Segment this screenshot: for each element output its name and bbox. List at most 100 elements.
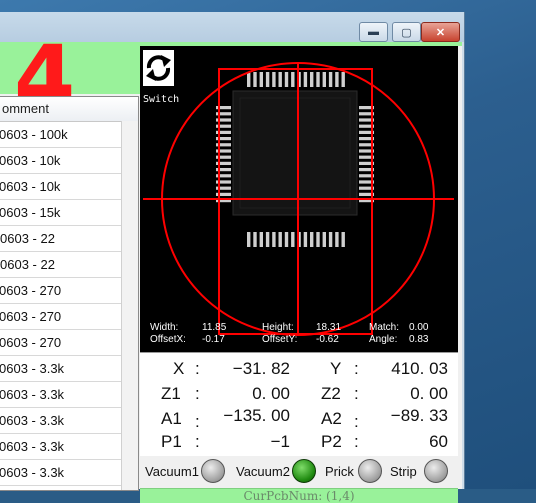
chip-pin (328, 72, 333, 87)
z1-colon: : (195, 384, 200, 403)
offsetx-value: -0.17 (202, 334, 225, 345)
a2-value: −89. 33 (390, 406, 448, 425)
table-row[interactable]: 0603 - 100k (0, 122, 122, 148)
grid-column-header[interactable]: omment (0, 97, 138, 122)
grid-rows: 0603 - 100k 0603 - 10k 0603 - 10k 0603 - 15… (0, 122, 138, 486)
camera-image (143, 62, 454, 336)
a2-colon: : (354, 412, 359, 431)
grid-scrollbar[interactable] (121, 121, 138, 490)
table-row[interactable]: 0603 - 3.3k (0, 382, 122, 408)
table-row[interactable]: 0603 - 3.3k (0, 408, 122, 434)
chip-pin (284, 72, 289, 87)
chip-pin (291, 232, 295, 247)
table-row[interactable]: 0603 - 22 (0, 252, 122, 278)
prick-toggle[interactable] (358, 459, 382, 483)
offsetx-label: OffsetX: (150, 334, 186, 345)
chip-pin (310, 232, 314, 247)
table-row[interactable]: 0603 - 22 (0, 226, 122, 252)
p2-colon: : (354, 432, 359, 451)
chip-body (232, 90, 358, 216)
close-icon: ✕ (435, 26, 446, 39)
minimize-button[interactable]: ▬ (359, 22, 388, 42)
minimize-icon: ▬ (368, 26, 379, 38)
x-value: −31. 82 (232, 359, 290, 378)
maximize-icon: ▢ (401, 26, 412, 39)
z1-label: Z1 (161, 384, 181, 403)
chip-pin (272, 72, 276, 87)
chip-pin (278, 232, 282, 247)
chip-pin (303, 72, 308, 87)
app-window: ▬ ▢ ✕ 4 omment 0603 - 100k 0603 - 10k 0603… (0, 12, 465, 503)
height-label: Height: (262, 322, 294, 333)
chip-pin (284, 232, 289, 247)
chip-pin (328, 232, 333, 247)
vacuum2-toggle[interactable] (292, 459, 316, 483)
offsety-value: -0.62 (316, 334, 339, 345)
z1-value: 0. 00 (252, 384, 290, 403)
table-row[interactable]: 0603 - 10k (0, 174, 122, 200)
io-toggles: Vacuum1 Vacuum2 Prick Strip (140, 456, 458, 488)
match-value: 0.00 (409, 322, 429, 333)
a1-label: A1 (161, 409, 182, 428)
chip-pin (335, 72, 339, 87)
switch-camera-button[interactable] (143, 50, 174, 86)
a1-value: −135. 00 (223, 406, 290, 425)
table-row[interactable]: 0603 - 3.3k (0, 434, 122, 460)
vacuum1-toggle[interactable] (201, 459, 225, 483)
angle-value: 0.83 (409, 334, 429, 345)
chip-pin (265, 72, 270, 87)
chip-pin (265, 232, 270, 247)
y-colon: : (354, 359, 359, 378)
vacuum1-label: Vacuum1 (145, 464, 199, 479)
refresh-icon (146, 55, 171, 81)
table-row[interactable]: 0603 - 270 (0, 304, 122, 330)
a2-label: A2 (321, 409, 342, 428)
chip-pin (341, 72, 345, 87)
maximize-button[interactable]: ▢ (392, 22, 421, 42)
component-grid: omment 0603 - 100k 0603 - 10k 0603 - 10k 06… (0, 96, 139, 491)
table-row[interactable]: 0603 - 3.3k (0, 460, 122, 486)
table-row[interactable]: 0603 - 10k (0, 148, 122, 174)
chip-pin (253, 232, 257, 247)
chip-pin (259, 232, 263, 247)
coordinates-panel: X : −31. 82 Y : 410. 03 Z1 : 0. 00 Z2 : … (140, 352, 458, 463)
match-label: Match: (369, 322, 400, 333)
table-row[interactable]: 0603 - 3.3k (0, 356, 122, 382)
a1-colon: : (195, 412, 200, 431)
strip-toggle[interactable] (424, 459, 448, 483)
close-button[interactable]: ✕ (421, 22, 460, 42)
prick-label: Prick (325, 464, 354, 479)
y-label: Y (330, 359, 342, 378)
chip-pin (322, 72, 326, 87)
height-value: 18.31 (316, 322, 342, 333)
chip-pin (278, 72, 282, 87)
chip-pin (272, 232, 276, 247)
chip-pin (259, 72, 263, 87)
p1-value: −1 (270, 432, 290, 451)
table-row[interactable]: 0603 - 270 (0, 278, 122, 304)
camera-view: Switch Width: 11.85 OffsetX: -0.17 Heigh… (140, 46, 458, 352)
chip-pin (335, 232, 339, 247)
switch-label: Switch (143, 94, 180, 105)
chip-pin (247, 232, 251, 247)
chip-pin (247, 72, 251, 87)
chip-pin (291, 72, 295, 87)
chip-pin (316, 232, 320, 247)
chip-pin (253, 72, 257, 87)
z2-label: Z2 (321, 384, 341, 403)
table-row[interactable]: 0603 - 15k (0, 200, 122, 226)
vacuum2-label: Vacuum2 (236, 464, 290, 479)
width-label: Width: (150, 322, 179, 333)
width-value: 11.85 (202, 322, 227, 333)
y-value: 410. 03 (391, 359, 448, 378)
strip-label: Strip (390, 464, 417, 479)
offsety-label: OffsetY: (262, 334, 298, 345)
chip-pin (322, 232, 326, 247)
table-row[interactable]: 0603 - 270 (0, 330, 122, 356)
p2-label: P2 (321, 432, 342, 451)
status-bar: CurPcbNum: (1,4) (140, 488, 458, 503)
chip-pin (303, 232, 308, 247)
p1-label: P1 (161, 432, 182, 451)
p2-value: 60 (429, 432, 448, 451)
client-area: 4 omment 0603 - 100k 0603 - 10k 0603 - 10k… (0, 34, 462, 503)
